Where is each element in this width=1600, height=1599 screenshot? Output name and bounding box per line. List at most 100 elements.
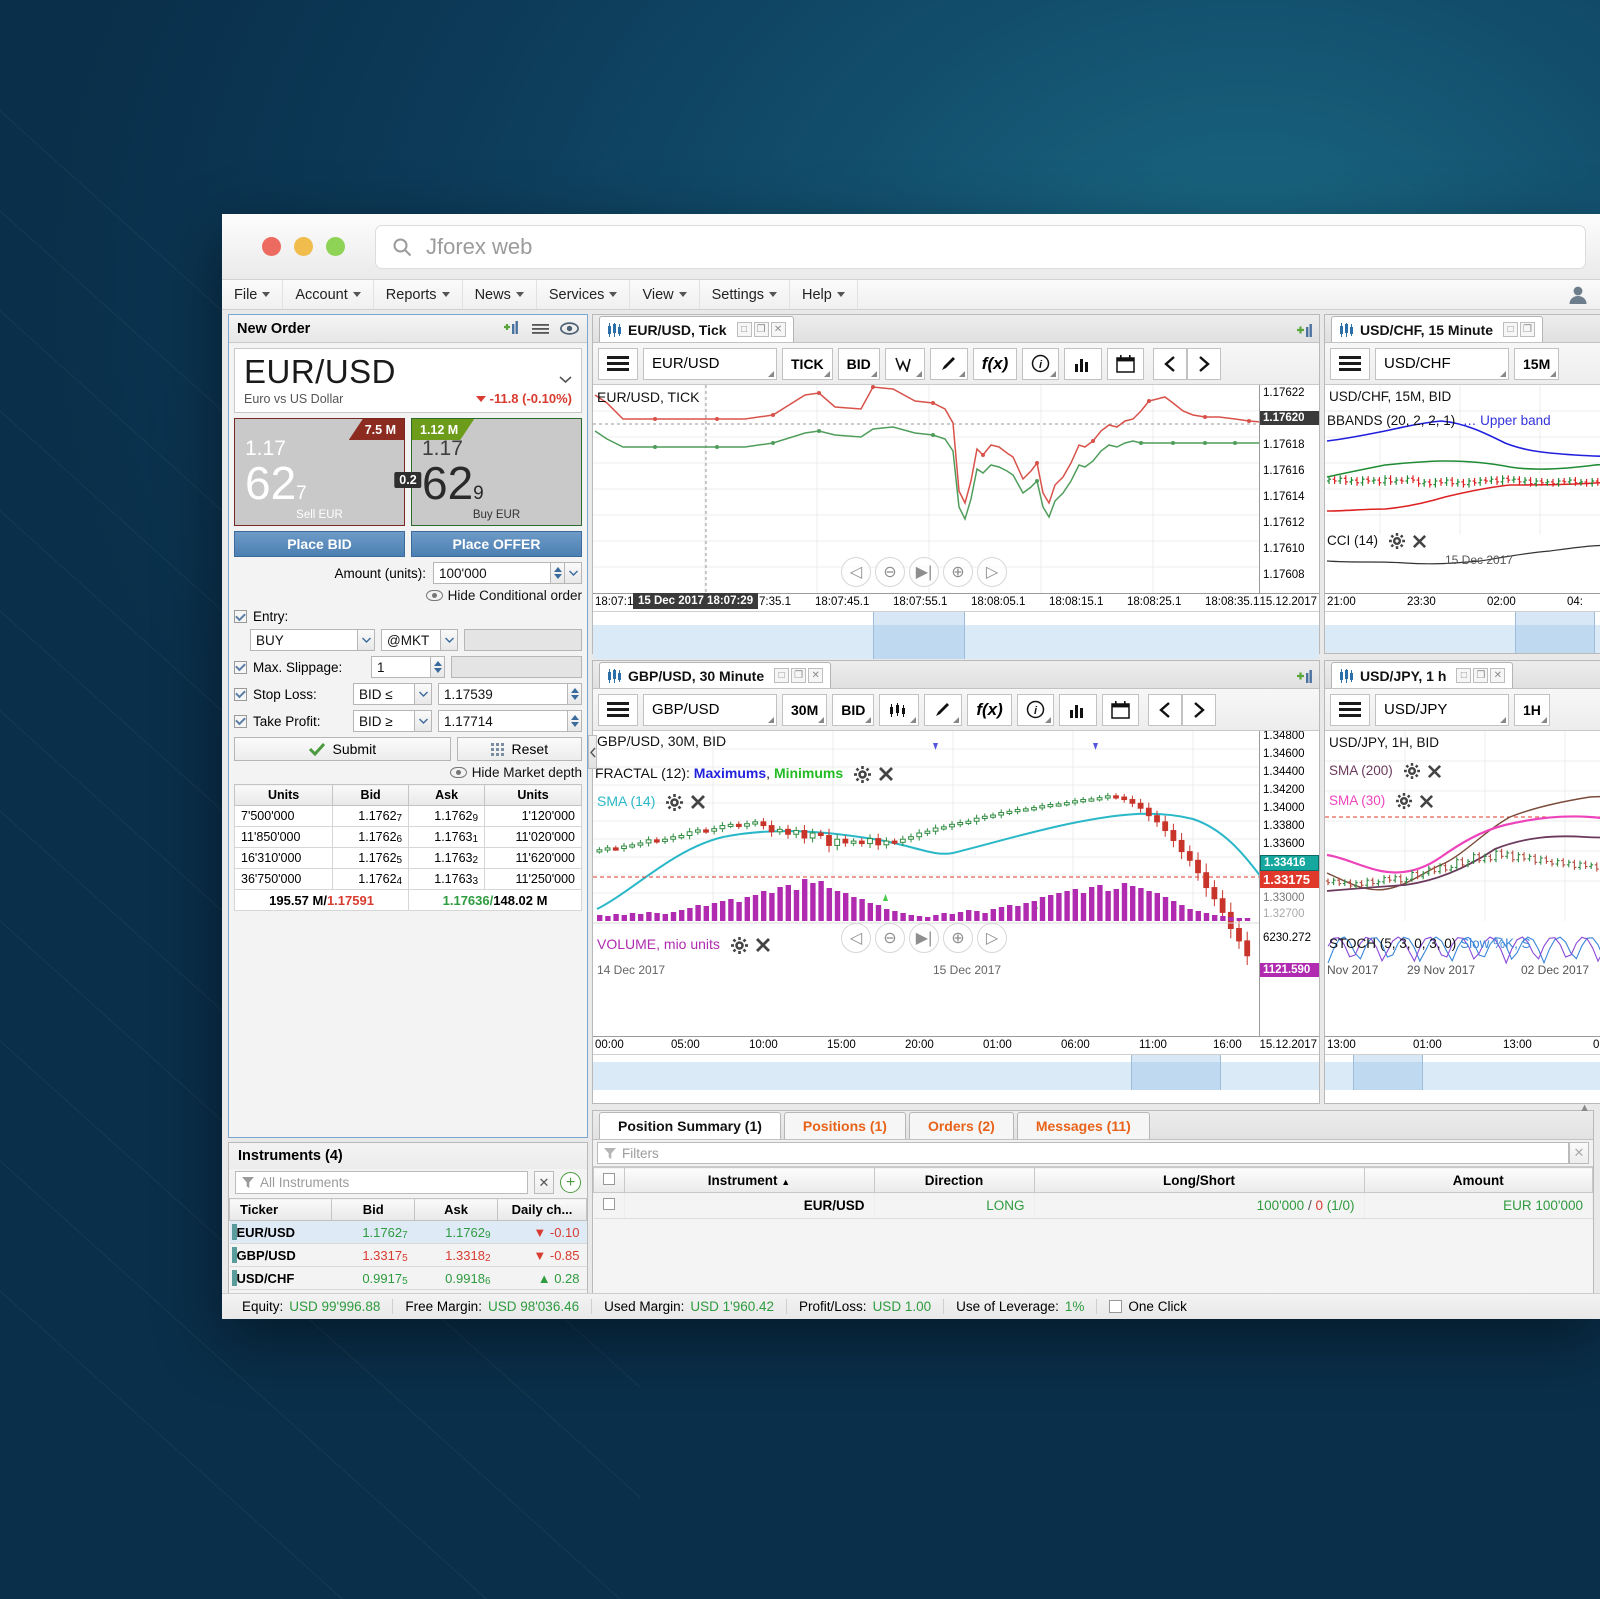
zoom-in-icon[interactable]: ⊕ xyxy=(943,923,973,953)
chart-instrument-select[interactable]: USD/JPY xyxy=(1375,693,1509,726)
chart-chf-plot[interactable]: USD/CHF, 15M, BID BBANDS (20, 2, 2, 1) …… xyxy=(1325,385,1600,593)
instrument-row[interactable]: USD/CHF 0.99175 0.99186 ▲ 0.28 xyxy=(229,1266,587,1290)
chart-period-select[interactable]: TICK xyxy=(782,347,833,380)
pt-col-instrument[interactable]: Instrument ▲ xyxy=(623,1167,875,1193)
instrument-row[interactable]: GBP/USD 1.33175 1.33182 ▼ -0.85 xyxy=(229,1243,587,1267)
takeprofit-condition-select[interactable]: BID ≥ xyxy=(353,710,415,732)
menu-account[interactable]: Account xyxy=(283,280,374,309)
close-icon[interactable] xyxy=(1427,764,1442,779)
chart-restore-button[interactable]: □ xyxy=(736,322,752,337)
slippage-input[interactable]: 1 xyxy=(371,656,431,678)
market-depth-row[interactable]: 16'310'000 1.17625 1.17632 11'620'000 xyxy=(233,847,582,869)
nav-step-back-icon[interactable]: ◁ xyxy=(841,557,871,587)
chart-30m-tab[interactable]: GBP/USD, 30 Minute □ ❐ ✕ xyxy=(599,662,832,688)
chart-maximize-button[interactable]: ❐ xyxy=(1473,668,1489,683)
sma30-settings-icons[interactable] xyxy=(1396,793,1434,810)
chart-chf-scroller[interactable] xyxy=(1325,611,1600,653)
sma-settings-icons[interactable] xyxy=(666,793,706,811)
chart-volume-button[interactable] xyxy=(1064,347,1103,380)
amount-stepper[interactable] xyxy=(551,562,565,584)
chart-indicators-button[interactable]: f(x) xyxy=(972,347,1018,380)
market-depth-row[interactable]: 7'500'000 1.17627 1.17629 1'120'000 xyxy=(233,805,582,827)
chart-instrument-select[interactable]: USD/CHF xyxy=(1375,347,1509,380)
reset-button[interactable]: Reset xyxy=(456,737,582,761)
chart-indicators-button[interactable]: f(x) xyxy=(967,693,1012,726)
slippage-checkbox[interactable] xyxy=(234,660,247,674)
eye-icon[interactable] xyxy=(560,322,579,335)
takeprofit-condition-dropdown[interactable] xyxy=(415,710,432,732)
amount-input[interactable]: 100'000 xyxy=(433,562,551,584)
chart-menu-button[interactable] xyxy=(1330,347,1370,380)
gear-icon[interactable] xyxy=(1388,533,1405,550)
gear-icon[interactable] xyxy=(730,936,748,954)
chart-30m-scroller[interactable] xyxy=(593,1054,1319,1090)
chart-jpy-tab[interactable]: USD/JPY, 1 h □ ❐ ✕ xyxy=(1331,662,1514,688)
menu-reports[interactable]: Reports xyxy=(374,280,463,309)
amount-dropdown[interactable] xyxy=(565,562,582,584)
chevron-down-icon[interactable] xyxy=(559,371,572,389)
one-click-checkbox[interactable] xyxy=(1109,1300,1123,1313)
chart-restore-button[interactable]: □ xyxy=(774,668,790,683)
instrument-row[interactable]: EUR/USD 1.17627 1.17629 ▼ -0.10 xyxy=(229,1220,587,1244)
chart-type-button[interactable] xyxy=(884,347,925,380)
stoploss-condition-select[interactable]: BID ≤ xyxy=(353,683,415,705)
chart-tick-plot[interactable]: EUR/USD, TICK ◁ ⊖ ▶| ⊕ ▷ 1.17622 1.17618… xyxy=(593,385,1319,593)
depth-col-units-ask[interactable]: Units xyxy=(484,784,582,806)
pt-col-direction[interactable]: Direction xyxy=(873,1167,1035,1193)
chart-tick-nav[interactable]: ◁ ⊖ ▶| ⊕ ▷ xyxy=(841,557,1007,587)
menu-view[interactable]: View xyxy=(630,280,700,309)
clear-filter-icon[interactable]: ✕ xyxy=(1569,1142,1589,1164)
table-row[interactable]: EUR/USD LONG 100'000 / 0 (1/0) EUR 100'000 xyxy=(593,1192,1593,1219)
zoom-out-icon[interactable]: ⊖ xyxy=(875,923,905,953)
gear-icon[interactable] xyxy=(1396,793,1413,810)
entry-type-select[interactable]: @MKT xyxy=(381,629,441,651)
nav-end-icon[interactable]: ▶| xyxy=(909,557,939,587)
chart-jpy-scroller[interactable] xyxy=(1325,1054,1600,1090)
tab-positions[interactable]: Positions (1) xyxy=(783,1112,906,1139)
chart-close-button[interactable]: ✕ xyxy=(770,322,786,337)
panel-collapse-handle[interactable] xyxy=(588,735,597,769)
chart-volume-button[interactable] xyxy=(1058,693,1097,726)
chart-side-select[interactable]: BID xyxy=(837,347,880,380)
pt-col-amount[interactable]: Amount xyxy=(1363,1167,1593,1193)
menubar[interactable]: File Account Reports News Services View … xyxy=(222,280,1600,310)
instr-col-ticker[interactable]: Ticker xyxy=(228,1198,333,1221)
add-chart-icon[interactable] xyxy=(1297,323,1315,339)
submit-button[interactable]: Submit xyxy=(234,737,451,761)
chart-instrument-select[interactable]: EUR/USD xyxy=(643,347,777,380)
select-all-checkbox-header[interactable] xyxy=(593,1167,625,1193)
instr-col-change[interactable]: Daily ch... xyxy=(497,1198,587,1221)
chart-type-button[interactable] xyxy=(879,693,920,726)
chart-close-button[interactable]: ✕ xyxy=(1490,668,1506,683)
chart-menu-button[interactable] xyxy=(1330,693,1370,726)
chart-close-button[interactable]: ✕ xyxy=(808,668,824,683)
close-window-button[interactable] xyxy=(262,237,281,256)
one-click-toggle[interactable]: One Click xyxy=(1097,1299,1199,1314)
entry-type-dropdown[interactable] xyxy=(441,629,458,651)
volume-settings-icons[interactable] xyxy=(730,936,771,954)
close-icon[interactable] xyxy=(1412,534,1427,549)
instruments-filter-input[interactable]: All Instruments xyxy=(235,1171,528,1194)
takeprofit-checkbox[interactable] xyxy=(234,714,247,728)
takeprofit-stepper[interactable] xyxy=(568,710,582,732)
gear-icon[interactable] xyxy=(666,793,684,811)
menu-file[interactable]: File xyxy=(222,280,284,309)
gear-icon[interactable] xyxy=(854,765,872,783)
chart-chf-tab[interactable]: USD/CHF, 15 Minute □ ❐ xyxy=(1331,316,1544,342)
chart-restore-button[interactable]: □ xyxy=(1456,668,1472,683)
nav-play-icon[interactable]: ▷ xyxy=(977,557,1007,587)
menu-news[interactable]: News xyxy=(463,280,537,309)
nav-play-icon[interactable]: ▷ xyxy=(977,923,1007,953)
chart-next-button[interactable] xyxy=(1187,347,1222,380)
close-icon[interactable] xyxy=(755,937,771,953)
close-icon[interactable] xyxy=(690,794,706,810)
slippage-stepper[interactable] xyxy=(431,656,445,678)
nav-step-back-icon[interactable]: ◁ xyxy=(841,923,871,953)
minimize-window-button[interactable] xyxy=(294,237,313,256)
nav-end-icon[interactable]: ▶| xyxy=(909,923,939,953)
chart-maximize-button[interactable]: ❐ xyxy=(753,322,769,337)
chart-side-select[interactable]: BID xyxy=(832,693,875,726)
place-offer-button[interactable]: Place OFFER xyxy=(411,531,582,557)
fractal-settings-icons[interactable] xyxy=(854,765,894,783)
sell-tile[interactable]: 7.5 M 1.17 627 Sell EUR xyxy=(234,418,405,526)
